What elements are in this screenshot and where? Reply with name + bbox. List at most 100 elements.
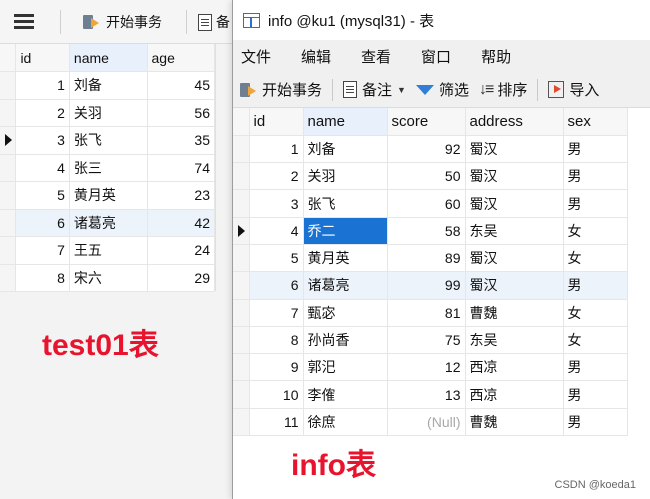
cell-id[interactable]: 8: [15, 264, 70, 292]
cell-score[interactable]: 92: [387, 135, 466, 164]
cell-id[interactable]: 3: [15, 126, 70, 155]
table-row[interactable]: 6 诸葛亮 42: [0, 209, 216, 237]
cell-name[interactable]: 宋六: [69, 264, 148, 292]
table-row[interactable]: 3 张飞 60 蜀汉男: [233, 189, 628, 218]
cell-address[interactable]: 蜀汉: [465, 244, 564, 273]
row-marker[interactable]: [0, 264, 17, 292]
row-marker[interactable]: [233, 217, 250, 245]
cell-name[interactable]: 刘备: [69, 71, 148, 100]
cell-id[interactable]: 9: [249, 353, 304, 382]
cell-name[interactable]: 黄月英: [69, 181, 148, 210]
column-header-score[interactable]: score: [387, 108, 466, 136]
menu-view[interactable]: 查看: [361, 46, 391, 67]
cell-age[interactable]: 45: [147, 71, 216, 100]
column-header-address[interactable]: address: [465, 108, 564, 136]
cell-id[interactable]: 7: [15, 236, 70, 265]
cell-address[interactable]: 曹魏: [465, 408, 564, 437]
cell-sex[interactable]: 男: [563, 380, 628, 409]
table-row[interactable]: 1 刘备 92 蜀汉男: [233, 135, 628, 164]
table-row[interactable]: 7 甄宓 81 曹魏女: [233, 299, 628, 327]
row-marker[interactable]: [0, 126, 17, 155]
cell-name[interactable]: 李傕: [303, 380, 388, 409]
cell-id[interactable]: 6: [249, 271, 304, 300]
note-button[interactable]: 备注 ▼: [343, 79, 406, 100]
cell-id[interactable]: 10: [249, 380, 304, 409]
cell-name[interactable]: 孙尚香: [303, 326, 388, 355]
cell-score[interactable]: 75: [387, 326, 466, 355]
row-marker[interactable]: [233, 380, 250, 409]
table-row[interactable]: 4 乔二 58 东吴女: [233, 217, 628, 245]
begin-transaction-button[interactable]: 开始事务: [239, 79, 322, 100]
menu-window[interactable]: 窗口: [421, 46, 451, 67]
cell-sex[interactable]: 男: [563, 162, 628, 191]
cell-name[interactable]: 张飞: [69, 126, 148, 155]
cell-score[interactable]: 12: [387, 353, 466, 382]
column-header-name[interactable]: name: [69, 44, 148, 72]
cell-score[interactable]: 60: [387, 189, 466, 218]
cell-id[interactable]: 4: [249, 217, 304, 245]
title-bar[interactable]: info @ku1 (mysql31) - 表: [233, 0, 650, 40]
row-marker[interactable]: [233, 189, 250, 218]
cell-address[interactable]: 蜀汉: [465, 189, 564, 218]
table-row[interactable]: 5 黄月英 89 蜀汉女: [233, 244, 628, 273]
column-header-id[interactable]: id: [249, 108, 304, 136]
cell-name[interactable]: 徐庶: [303, 408, 388, 437]
cell-sex[interactable]: 男: [563, 135, 628, 164]
cell-age[interactable]: 29: [147, 264, 216, 292]
cell-name[interactable]: 关羽: [69, 99, 148, 127]
import-button[interactable]: 导入: [548, 79, 599, 100]
column-header-id[interactable]: id: [15, 44, 70, 72]
cell-name[interactable]: 甄宓: [303, 299, 388, 327]
cell-name[interactable]: 王五: [69, 236, 148, 265]
cell-score[interactable]: 50: [387, 162, 466, 191]
table-row[interactable]: 6 诸葛亮 99 蜀汉男: [233, 271, 628, 300]
cell-score[interactable]: 13: [387, 380, 466, 409]
cell-sex[interactable]: 女: [563, 244, 628, 273]
cell-sex[interactable]: 女: [563, 299, 628, 327]
row-marker[interactable]: [233, 271, 250, 300]
row-marker[interactable]: [0, 236, 17, 265]
cell-id[interactable]: 8: [249, 326, 304, 355]
cell-name[interactable]: 诸葛亮: [303, 271, 388, 300]
cell-age[interactable]: 23: [147, 181, 216, 210]
menu-help[interactable]: 帮助: [481, 46, 511, 67]
column-header-name[interactable]: name: [303, 108, 388, 136]
sort-button[interactable]: ↓≡ 排序: [479, 79, 527, 100]
cell-name[interactable]: 关羽: [303, 162, 388, 191]
cell-address[interactable]: 西凉: [465, 380, 564, 409]
cell-name[interactable]: 郭汜: [303, 353, 388, 382]
cell-sex[interactable]: 男: [563, 189, 628, 218]
cell-address[interactable]: 西凉: [465, 353, 564, 382]
cell-age[interactable]: 24: [147, 236, 216, 265]
chevron-down-icon[interactable]: ▼: [397, 85, 406, 95]
row-marker[interactable]: [233, 244, 250, 273]
table-row[interactable]: 2 关羽 50 蜀汉男: [233, 162, 628, 191]
table-row[interactable]: 5 黄月英 23: [0, 181, 216, 210]
filter-button[interactable]: 筛选: [415, 79, 469, 100]
cell-id[interactable]: 1: [249, 135, 304, 164]
cell-sex[interactable]: 男: [563, 271, 628, 300]
table-row[interactable]: 7 王五 24: [0, 236, 216, 265]
cell-sex[interactable]: 女: [563, 326, 628, 355]
row-marker[interactable]: [233, 408, 250, 437]
hamburger-menu-icon[interactable]: [14, 14, 34, 30]
cell-score[interactable]: 99: [387, 271, 466, 300]
cell-id[interactable]: 3: [249, 189, 304, 218]
menu-edit[interactable]: 编辑: [301, 46, 331, 67]
cell-name[interactable]: 黄月英: [303, 244, 388, 273]
menu-file[interactable]: 文件: [241, 46, 271, 67]
table-row[interactable]: 9 郭汜 12 西凉男: [233, 353, 628, 382]
table-row[interactable]: 8 孙尚香 75 东吴女: [233, 326, 628, 355]
cell-address[interactable]: 东吴: [465, 326, 564, 355]
cell-name[interactable]: 乔二: [303, 217, 388, 245]
row-marker[interactable]: [233, 353, 250, 382]
cell-id[interactable]: 7: [249, 299, 304, 327]
row-marker[interactable]: [233, 162, 250, 191]
cell-sex[interactable]: 女: [563, 217, 628, 245]
table-row[interactable]: 1 刘备 45: [0, 71, 216, 100]
cell-address[interactable]: 蜀汉: [465, 162, 564, 191]
table-row[interactable]: 10 李傕 13 西凉男: [233, 380, 628, 409]
cell-id[interactable]: 1: [15, 71, 70, 100]
table-row[interactable]: 2 关羽 56: [0, 99, 216, 127]
column-header-age[interactable]: age: [147, 44, 216, 72]
